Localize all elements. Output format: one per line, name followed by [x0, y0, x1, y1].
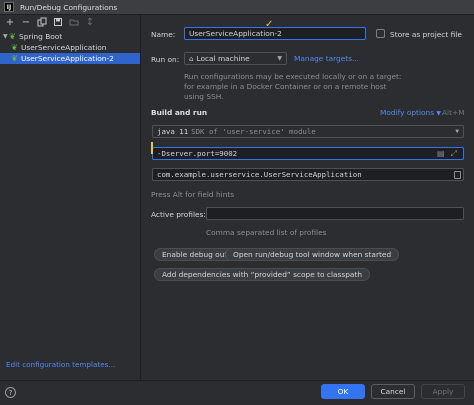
- manage-targets-link[interactable]: Manage targets...: [294, 54, 359, 63]
- window-title: Run/Debug Configurations: [20, 2, 118, 12]
- active-profiles-hint: Comma separated list of profiles: [206, 228, 327, 237]
- copy-icon[interactable]: [36, 16, 48, 28]
- vm-options-value: -Dserver.port=9002: [157, 149, 238, 158]
- tree-item-userserviceapplication[interactable]: ❦ UserServiceApplication: [0, 42, 140, 53]
- main-class-input[interactable]: com.example.userservice.UserServiceAppli…: [152, 168, 464, 181]
- configuration-tree: ▼ ❦ Spring Boot ❦ UserServiceApplication…: [0, 31, 140, 64]
- remove-icon[interactable]: −: [20, 16, 32, 28]
- name-label: Name:: [151, 30, 176, 39]
- modify-options-label: Modify options: [380, 108, 435, 117]
- ok-button[interactable]: OK: [321, 384, 365, 399]
- active-profiles-label: Active profiles:: [151, 210, 206, 219]
- active-profiles-input[interactable]: [206, 207, 464, 220]
- home-icon: ⌂: [189, 54, 194, 63]
- provided-scope-chip[interactable]: Add dependencies with “provided” scope t…: [154, 268, 371, 281]
- caret-marker-icon: [151, 142, 153, 154]
- tree-item-label: UserServiceApplication: [21, 43, 107, 52]
- cancel-button[interactable]: Cancel: [371, 384, 415, 399]
- chevron-down-icon: ▼: [436, 110, 442, 117]
- name-input-value: UserServiceApplication-2: [189, 29, 282, 38]
- run-on-select[interactable]: ⌂ Local machine ▼: [184, 52, 287, 65]
- expand-icon[interactable]: ⤢: [451, 149, 457, 159]
- edit-templates-link[interactable]: Edit configuration templates...: [6, 360, 115, 369]
- vm-options-actions: ▤ ⤢: [437, 149, 457, 159]
- configurations-sidebar: + − ↕ ▼ ❦ Spring Boot ❦ UserServiceAppli…: [0, 15, 141, 380]
- tree-item-userserviceapplication-2[interactable]: ❦ UserServiceApplication-2: [0, 53, 140, 64]
- browse-icon[interactable]: [454, 171, 461, 179]
- store-as-project-file-label: Store as project file: [390, 30, 462, 39]
- app-icon: IJ: [4, 2, 14, 12]
- name-input[interactable]: UserServiceApplication-2: [184, 27, 366, 40]
- spring-boot-icon: ❦: [11, 54, 18, 63]
- save-icon[interactable]: [52, 16, 64, 28]
- tree-group-label: Spring Boot: [19, 32, 63, 41]
- run-on-description: Run configurations may be executed local…: [184, 72, 402, 101]
- sidebar-toolbar: + − ↕: [0, 15, 140, 29]
- help-icon[interactable]: ?: [5, 387, 16, 398]
- document-icon[interactable]: ▤: [437, 149, 445, 159]
- tree-item-label: UserServiceApplication-2: [21, 54, 114, 63]
- title-bar: IJ Run/Debug Configurations: [0, 0, 474, 15]
- main-class-value: com.example.userservice.UserServiceAppli…: [157, 170, 362, 179]
- jdk-version: java 11: [157, 127, 189, 136]
- tree-group-spring-boot[interactable]: ▼ ❦ Spring Boot: [0, 31, 140, 42]
- apply-button[interactable]: Apply: [421, 384, 465, 399]
- open-tool-window-chip[interactable]: Open run/debug tool window when started: [225, 248, 400, 261]
- spring-boot-icon: ❦: [9, 32, 16, 41]
- chevron-down-icon: ▼: [277, 55, 282, 62]
- add-icon[interactable]: +: [4, 16, 16, 28]
- folder-icon[interactable]: [68, 16, 80, 28]
- store-as-project-file-checkbox[interactable]: [376, 29, 385, 38]
- field-hint: Press Alt for field hints: [151, 190, 235, 199]
- chip-label: Add dependencies with “provided” scope t…: [162, 270, 363, 279]
- modify-options-link[interactable]: Modify options ▼: [380, 108, 441, 117]
- run-on-label: Run on:: [151, 55, 180, 64]
- chip-label: Open run/debug tool window when started: [233, 250, 392, 259]
- chevron-down-icon: ▼: [455, 128, 459, 135]
- vm-options-input[interactable]: -Dserver.port=9002: [152, 147, 464, 160]
- sort-icon[interactable]: ↕: [84, 16, 96, 28]
- caret-marker-icon: ✓: [265, 19, 274, 30]
- build-and-run-heading: Build and run: [151, 108, 208, 117]
- jdk-select[interactable]: java 11 SDK of 'user-service' module ▼: [152, 125, 464, 138]
- modify-options-shortcut: Alt+M: [442, 108, 465, 117]
- run-on-value: Local machine: [196, 54, 250, 63]
- spring-boot-icon: ❦: [11, 43, 18, 52]
- chevron-down-icon[interactable]: ▼: [0, 33, 8, 40]
- jdk-description: SDK of 'user-service' module: [191, 127, 316, 136]
